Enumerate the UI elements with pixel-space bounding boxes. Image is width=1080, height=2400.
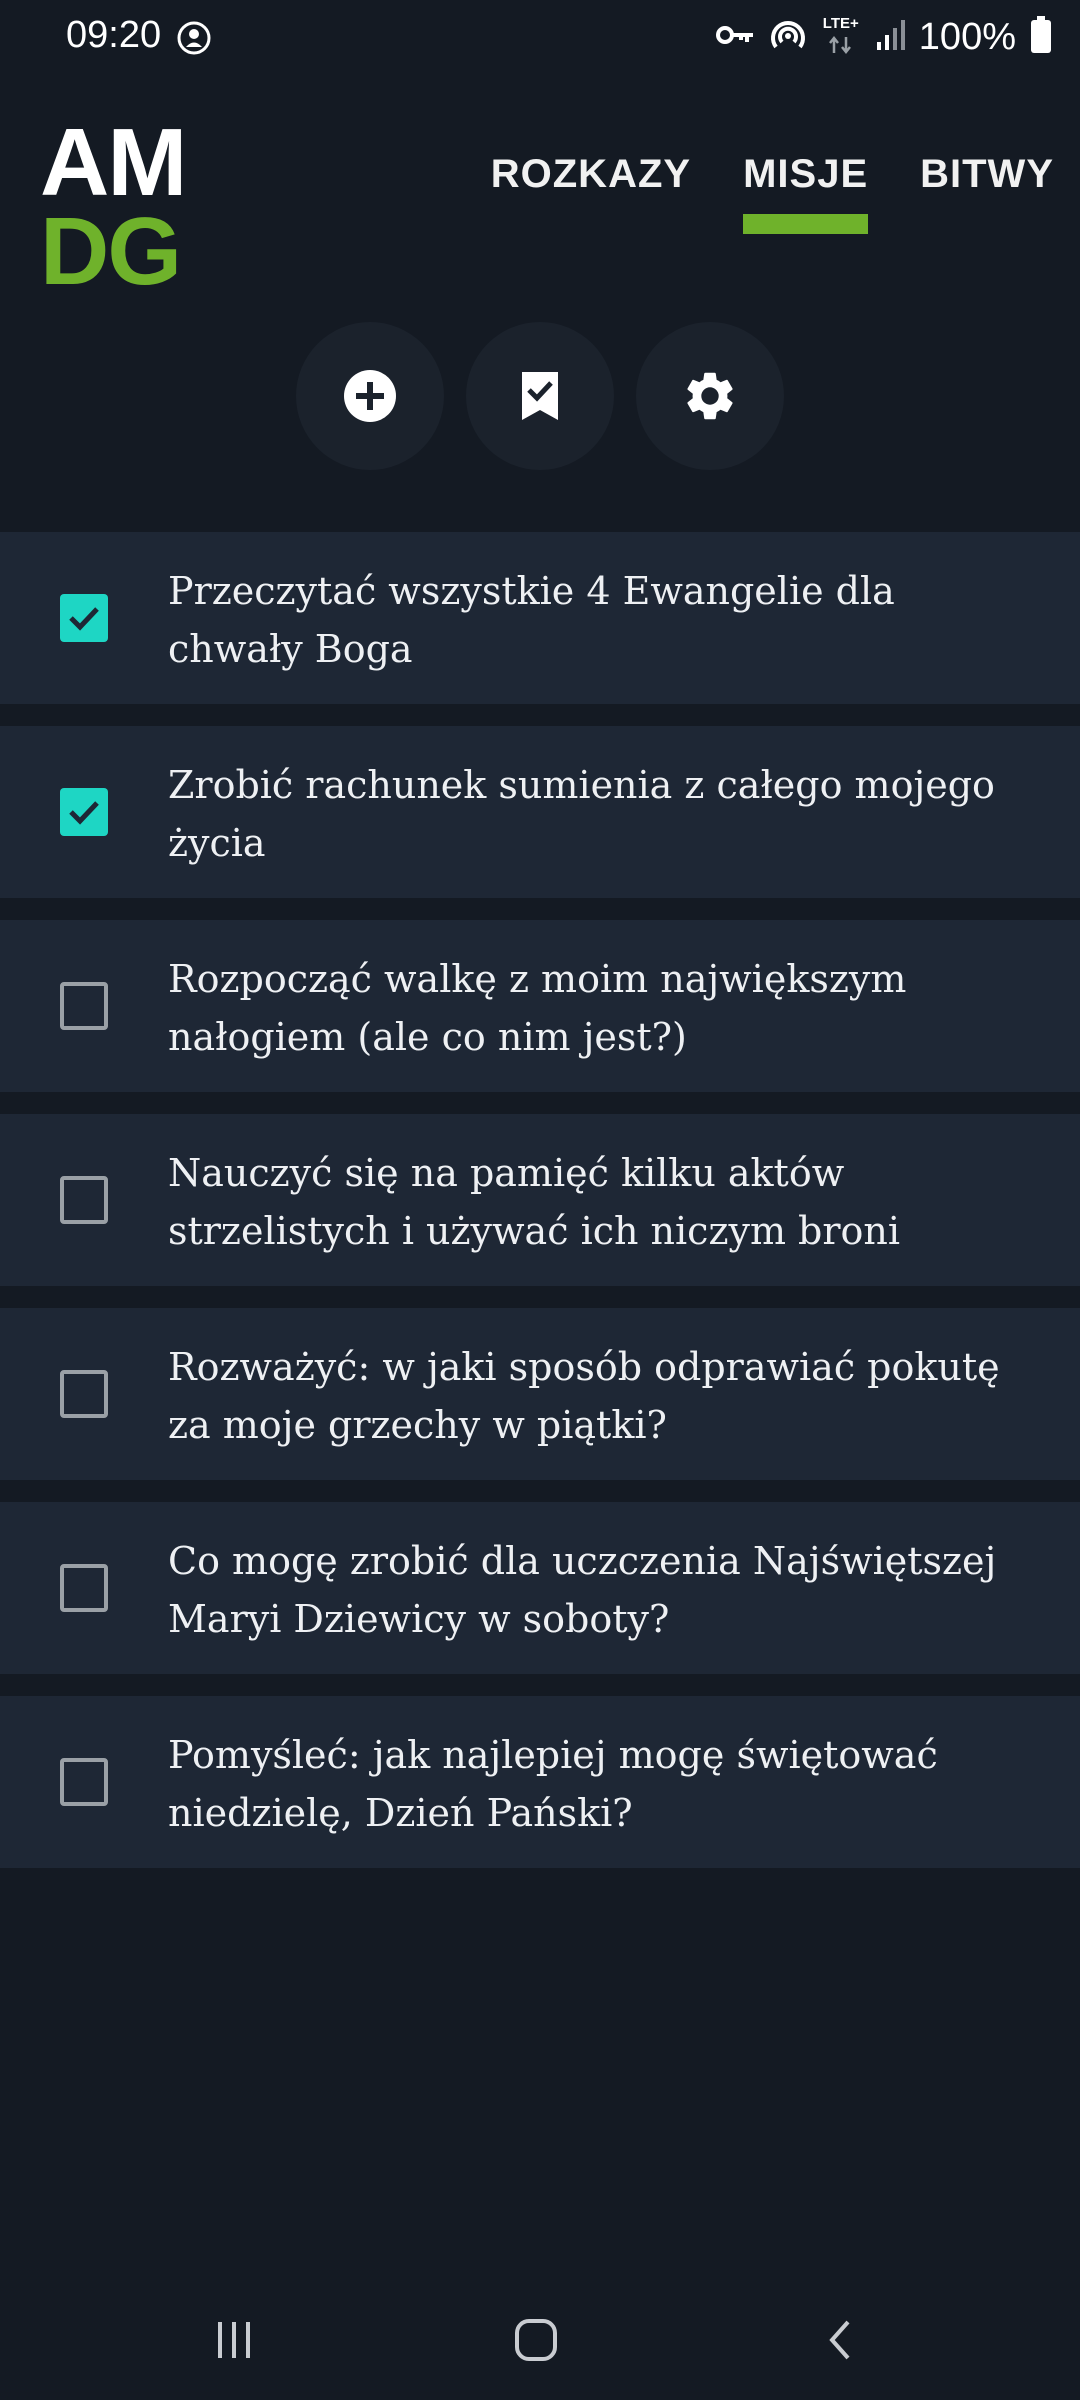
home-icon [515, 2319, 557, 2361]
status-bar: 09:20 LTE+ 100% [0, 0, 1080, 76]
back-icon [829, 2320, 850, 2360]
battery-icon [1030, 15, 1052, 59]
list-item[interactable]: Pomyśleć: jak najlepiej mogę świętować n… [0, 1696, 1080, 1868]
list-item[interactable]: Rozpocząć walkę z moim największym nałog… [0, 920, 1080, 1092]
mission-text: Rozpocząć walkę z moim największym nałog… [168, 957, 907, 1059]
app-logo: AM DG [40, 109, 200, 300]
checkbox-unchecked[interactable] [60, 1564, 108, 1612]
bookmark-check-icon [522, 372, 558, 420]
gear-icon [687, 372, 733, 420]
settings-button[interactable] [636, 322, 784, 470]
list-item[interactable]: Zrobić rachunek sumienia z całego mojego… [0, 726, 1080, 898]
plus-circle-icon [344, 370, 396, 422]
tab-bitwy[interactable]: BITWY [894, 140, 1080, 240]
list-item[interactable]: Co mogę zrobić dla uczczenia Najświętsze… [0, 1502, 1080, 1674]
mission-text: Rozważyć: w jaki sposób odprawiać pokutę… [168, 1345, 1000, 1447]
tab-bar: ROZKAZY MISJE BITWY [465, 140, 1080, 240]
completed-missions-button[interactable] [466, 322, 614, 470]
checkbox-unchecked[interactable] [60, 982, 108, 1030]
signal-icon [875, 18, 905, 57]
back-button[interactable] [740, 2280, 940, 2400]
recent-apps-icon [218, 2322, 250, 2358]
network-type: LTE+ [822, 15, 859, 32]
app-notification-icon [176, 20, 212, 56]
add-mission-button[interactable] [296, 322, 444, 470]
system-nav-bar [0, 2280, 1080, 2400]
mission-text: Przeczytać wszystkie 4 Ewangelie dla chw… [168, 569, 895, 671]
check-icon [69, 801, 99, 825]
mission-text: Co mogę zrobić dla uczczenia Najświętsze… [168, 1539, 997, 1641]
key-icon [715, 23, 755, 52]
list-item[interactable]: Rozważyć: w jaki sposób odprawiać pokutę… [0, 1308, 1080, 1480]
recent-apps-button[interactable] [134, 2280, 334, 2400]
list-item[interactable]: Przeczytać wszystkie 4 Ewangelie dla chw… [0, 532, 1080, 704]
check-icon [69, 607, 99, 631]
home-button[interactable] [436, 2280, 636, 2400]
mission-list: Przeczytać wszystkie 4 Ewangelie dla chw… [0, 532, 1080, 1890]
logo-line-2: DG [40, 198, 182, 306]
action-bar [296, 322, 784, 470]
list-item[interactable]: Nauczyć się na pamięć kilku aktów strzel… [0, 1114, 1080, 1286]
tab-rozkazy[interactable]: ROZKAZY [465, 140, 717, 240]
checkbox-unchecked[interactable] [60, 1176, 108, 1224]
logo-line-1: AM [40, 109, 187, 216]
battery-percent: 100% [918, 15, 1016, 58]
tab-misje[interactable]: MISJE [717, 140, 894, 240]
mission-text: Pomyśleć: jak najlepiej mogę świętować n… [168, 1733, 938, 1835]
hotspot-icon [769, 17, 807, 58]
checkbox-unchecked[interactable] [60, 1758, 108, 1806]
mission-text: Nauczyć się na pamięć kilku aktów strzel… [168, 1151, 901, 1253]
status-time: 09:20 [66, 14, 162, 56]
checkbox-checked[interactable] [60, 788, 108, 836]
mission-text: Zrobić rachunek sumienia z całego mojego… [168, 763, 995, 865]
checkbox-checked[interactable] [60, 594, 108, 642]
lte-icon: LTE+ [821, 15, 861, 59]
checkbox-unchecked[interactable] [60, 1370, 108, 1418]
